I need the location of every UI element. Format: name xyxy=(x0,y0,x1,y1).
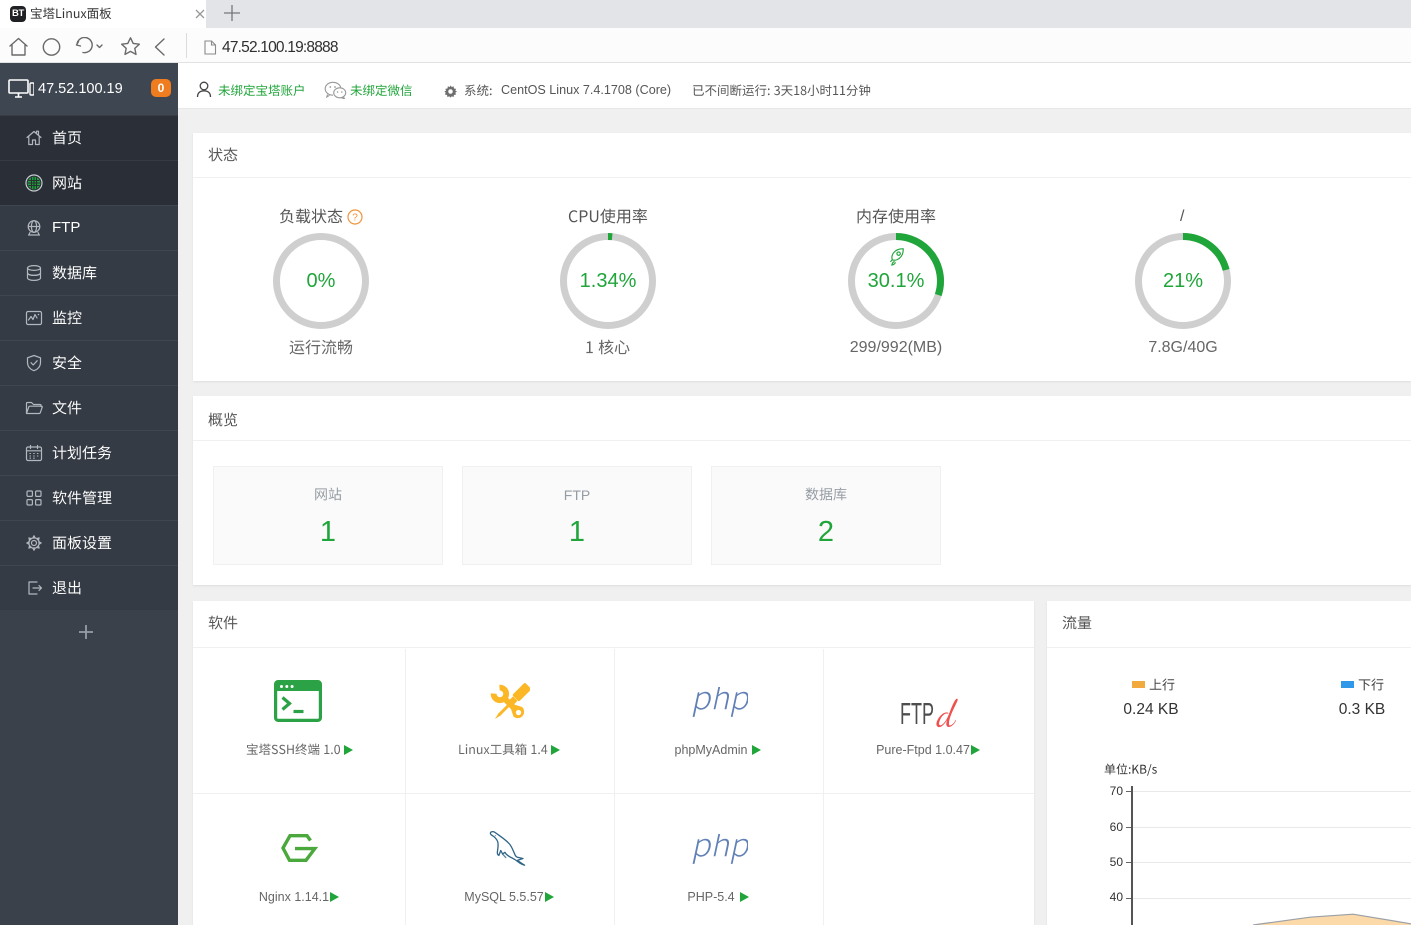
svg-text:?: ? xyxy=(352,213,358,224)
